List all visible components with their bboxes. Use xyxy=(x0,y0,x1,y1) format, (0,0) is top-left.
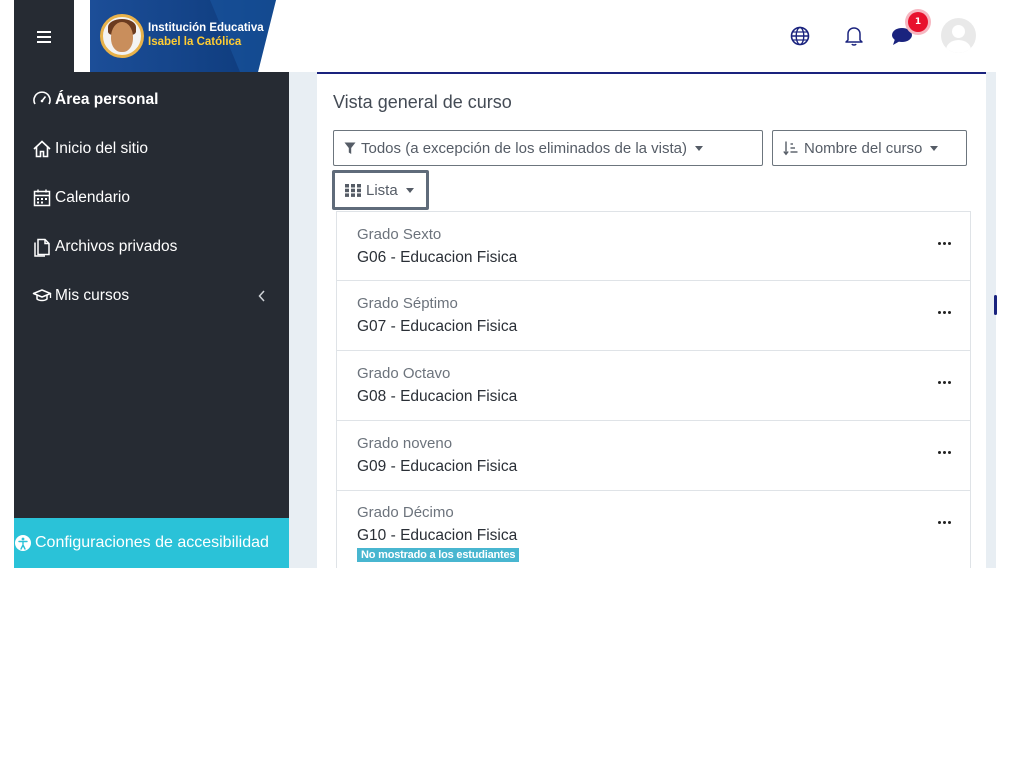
list-item: Grado Séptimo G07 - Educacion Fisica xyxy=(336,281,971,351)
page-title: Vista general de curso xyxy=(333,92,512,112)
view-dropdown[interactable]: Lista xyxy=(332,170,429,210)
filter-dropdown[interactable]: Todos (a excepción de los eliminados de … xyxy=(333,130,763,166)
globe-icon xyxy=(790,26,810,46)
hidden-status-badge: No mostrado a los estudiantes xyxy=(357,548,520,562)
menu-icon xyxy=(37,30,51,43)
course-name-link[interactable]: G07 - Educacion Fisica xyxy=(357,318,517,336)
more-options-icon[interactable] xyxy=(938,377,954,387)
sidebar-item-inicio[interactable]: Inicio del sitio xyxy=(31,137,148,161)
accessibility-label: Configuraciones de accesibilidad xyxy=(35,534,269,551)
sort-dropdown[interactable]: Nombre del curso xyxy=(772,130,967,166)
site-logo[interactable]: Institución Educativa Isabel la Católica xyxy=(90,0,276,72)
course-name-link[interactable]: G08 - Educacion Fisica xyxy=(357,388,517,406)
logo-line-2: Isabel la Católica xyxy=(148,36,242,48)
scroll-indicator xyxy=(994,295,997,315)
user-avatar[interactable] xyxy=(941,18,976,53)
logo-line-1: Institución Educativa xyxy=(148,22,264,34)
sidebar-item-calendario[interactable]: Calendario xyxy=(31,186,130,210)
course-category: Grado noveno xyxy=(357,435,453,452)
sidebar-item-area-personal[interactable]: Área personal xyxy=(31,88,158,112)
language-button[interactable] xyxy=(788,24,812,48)
list-item: Grado Sexto G06 - Educacion Fisica xyxy=(336,211,971,281)
course-list: Grado Sexto G06 - Educacion Fisica Grado… xyxy=(336,211,971,568)
graduation-cap-icon xyxy=(31,285,53,307)
message-count-badge: 1 xyxy=(908,12,928,32)
list-item: Grado Décimo G10 - Educacion Fisica No m… xyxy=(336,491,971,568)
bell-icon xyxy=(845,27,863,46)
list-item: Grado noveno G09 - Educacion Fisica xyxy=(336,421,971,491)
grid-icon xyxy=(345,183,361,197)
sidebar-item-label: Inicio del sitio xyxy=(55,140,149,157)
sidebar-item-mis-cursos[interactable]: Mis cursos xyxy=(31,284,129,308)
dashboard-icon xyxy=(31,89,53,111)
list-item: Grado Octavo G08 - Educacion Fisica xyxy=(336,351,971,421)
course-category: Grado Décimo xyxy=(357,504,454,521)
more-options-icon[interactable] xyxy=(938,517,954,527)
sidebar-item-label: Calendario xyxy=(55,189,130,206)
sort-icon xyxy=(783,140,799,156)
logo-seal xyxy=(100,14,144,58)
calendar-icon xyxy=(31,187,53,209)
course-overview-card: Vista general de curso Todos (a excepció… xyxy=(317,72,986,568)
sidebar-item-label: Mis cursos xyxy=(55,287,130,304)
more-options-icon[interactable] xyxy=(938,447,954,457)
menu-toggle-button[interactable] xyxy=(14,0,74,72)
home-icon xyxy=(31,138,53,160)
chevron-down-icon xyxy=(405,187,414,193)
top-navbar: Institución Educativa Isabel la Católica… xyxy=(14,0,996,72)
course-category: Grado Octavo xyxy=(357,365,451,382)
course-name-link[interactable]: G10 - Educacion Fisica xyxy=(357,527,517,545)
view-label: Lista xyxy=(366,181,398,199)
logo-text: Institución Educativa Isabel la Católica xyxy=(148,21,264,49)
more-options-icon[interactable] xyxy=(938,238,954,248)
filter-icon xyxy=(344,142,356,155)
chevron-down-icon xyxy=(930,145,939,151)
files-icon xyxy=(31,236,53,258)
more-options-icon[interactable] xyxy=(938,307,954,317)
course-category: Grado Séptimo xyxy=(357,295,458,312)
sidebar-item-archivos[interactable]: Archivos privados xyxy=(31,235,177,259)
sidebar-item-label: Archivos privados xyxy=(55,238,178,255)
sidebar-item-label: Área personal xyxy=(55,91,159,108)
accessibility-settings-button[interactable]: Configuraciones de accesibilidad xyxy=(14,518,289,568)
course-name-link[interactable]: G06 - Educacion Fisica xyxy=(357,249,517,267)
filter-label: Todos (a excepción de los eliminados de … xyxy=(361,139,688,157)
chevron-left-icon[interactable] xyxy=(256,288,268,302)
course-name-link[interactable]: G09 - Educacion Fisica xyxy=(357,458,517,476)
sort-label: Nombre del curso xyxy=(804,139,923,157)
chevron-down-icon xyxy=(695,145,704,151)
accessibility-icon xyxy=(14,534,32,552)
notifications-button[interactable] xyxy=(842,24,866,48)
course-category: Grado Sexto xyxy=(357,226,442,243)
sidebar: Área personal Inicio del sitio Calendari… xyxy=(14,72,289,568)
